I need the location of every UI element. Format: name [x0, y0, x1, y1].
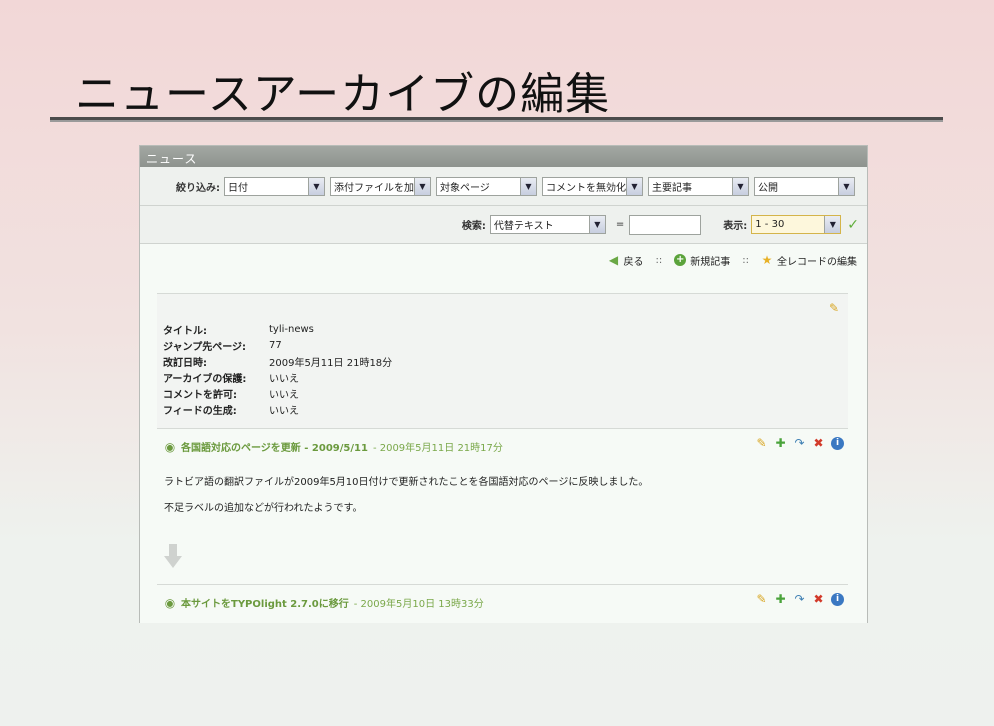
table-row: ジャンプ先ページ: 77 [163, 339, 282, 353]
search-row: 検索: 代替テキスト ▼ = 表示: 1 - 30 ▼ ✓ [140, 206, 867, 244]
news-item-header[interactable]: ◉ 本サイトをTYPOlight 2.7.0に移行 - 2009年5月10日 1… [164, 595, 484, 611]
news-item-text: ラトビア語の翻訳ファイルが2009年5月10日付けで更新されたことを各国語対応の… [164, 477, 649, 488]
table-row: 改訂日時: 2009年5月11日 21時18分 [163, 357, 393, 369]
filter-label: 絞り込み: [176, 182, 220, 194]
move-arrow-icon[interactable]: ↷ [793, 593, 806, 606]
back-arrow-icon: ◀ [608, 253, 619, 267]
chevron-down-icon: ▼ [308, 177, 324, 195]
filter-comments-select[interactable]: コメントを無効化 ▼ [542, 176, 643, 196]
news-item-header[interactable]: ◉ 各国語対応のページを更新 - 2009/5/11 - 2009年5月11日 … [164, 439, 503, 455]
edit-archive-pencil-icon[interactable]: ✎ [828, 302, 840, 314]
info-icon[interactable]: i [831, 437, 844, 450]
back-link[interactable]: ◀ 戻る [608, 253, 644, 268]
info-icon[interactable]: i [831, 593, 844, 606]
divider [157, 584, 848, 585]
title-rule [50, 117, 943, 122]
delete-x-icon[interactable]: ✖ [812, 593, 825, 606]
move-arrow-icon[interactable]: ↷ [793, 437, 806, 450]
add-plus-icon[interactable]: ✚ [774, 437, 787, 450]
filter-row: 絞り込み: 日付 ▼ 添付ファイルを加 ▼ 対象ページ ▼ コメントを無効化 ▼ 主要記… [140, 167, 867, 206]
filter-page-select[interactable]: 対象ページ ▼ [436, 176, 537, 196]
filter-published-select[interactable]: 公開 ▼ [754, 176, 855, 196]
equals-sign: = [615, 219, 625, 230]
edit-pencil-icon[interactable]: ✎ [755, 437, 768, 450]
edit-pencil-icon[interactable]: ✎ [755, 593, 768, 606]
chevron-down-icon: ▼ [838, 177, 854, 195]
chevron-down-icon: ▼ [626, 177, 642, 195]
search-input[interactable] [629, 214, 702, 235]
limit-select[interactable]: 1 - 30 ▼ [751, 215, 842, 234]
filter-featured-select[interactable]: 主要記事 ▼ [648, 176, 749, 196]
apply-check-icon[interactable]: ✓ [847, 217, 859, 233]
filter-enclosure-select[interactable]: 添付ファイルを加 ▼ [330, 176, 431, 196]
show-label: 表示: [723, 221, 748, 232]
table-row: タイトル: tyli-news [163, 323, 314, 337]
table-row: フィードの生成: いいえ [163, 405, 299, 417]
add-plus-icon[interactable]: ✚ [774, 593, 787, 606]
move-down-arrow-icon[interactable] [164, 544, 182, 568]
archive-details: ✎ タイトル: tyli-news ジャンプ先ページ: 77 改訂日時: 2009年5… [157, 293, 848, 429]
plus-circle-icon: + [674, 254, 687, 266]
slide-title: ニュースアーカイブの編集 [75, 69, 611, 120]
news-item-tools: ✎ ✚ ↷ ✖ i [755, 593, 844, 606]
star-icon: ★ [761, 253, 773, 267]
chevron-down-icon: ▼ [732, 177, 748, 195]
chevron-down-icon: ▼ [588, 216, 605, 233]
chevron-down-icon: ▼ [520, 177, 536, 195]
eye-icon: ◉ [164, 595, 176, 610]
table-row: アーカイブの保護: いいえ [163, 373, 299, 385]
new-article-link[interactable]: + 新規記事 [674, 253, 730, 268]
table-row: コメントを許可: いいえ [163, 389, 299, 401]
chevron-down-icon: ▼ [414, 177, 430, 195]
archive-properties: タイトル: tyli-news ジャンプ先ページ: 77 改訂日時: 2009年5月1… [163, 321, 392, 417]
chevron-down-icon: ▼ [824, 216, 841, 233]
eye-icon: ◉ [164, 439, 176, 454]
search-label: 検索: [461, 221, 486, 232]
news-item-tools: ✎ ✚ ↷ ✖ i [755, 437, 844, 450]
action-bar: ◀ 戻る :: + 新規記事 :: ★ 全レコードの編集 [608, 253, 857, 268]
filter-date-select[interactable]: 日付 ▼ [224, 176, 325, 196]
search-field-select[interactable]: 代替テキスト ▼ [489, 215, 606, 234]
window-title: ニュース [140, 146, 867, 167]
edit-all-link[interactable]: ★ 全レコードの編集 [761, 253, 857, 268]
news-item-text: 不足ラベルの追加などが行われたようです。 [164, 503, 363, 514]
delete-x-icon[interactable]: ✖ [812, 437, 825, 450]
